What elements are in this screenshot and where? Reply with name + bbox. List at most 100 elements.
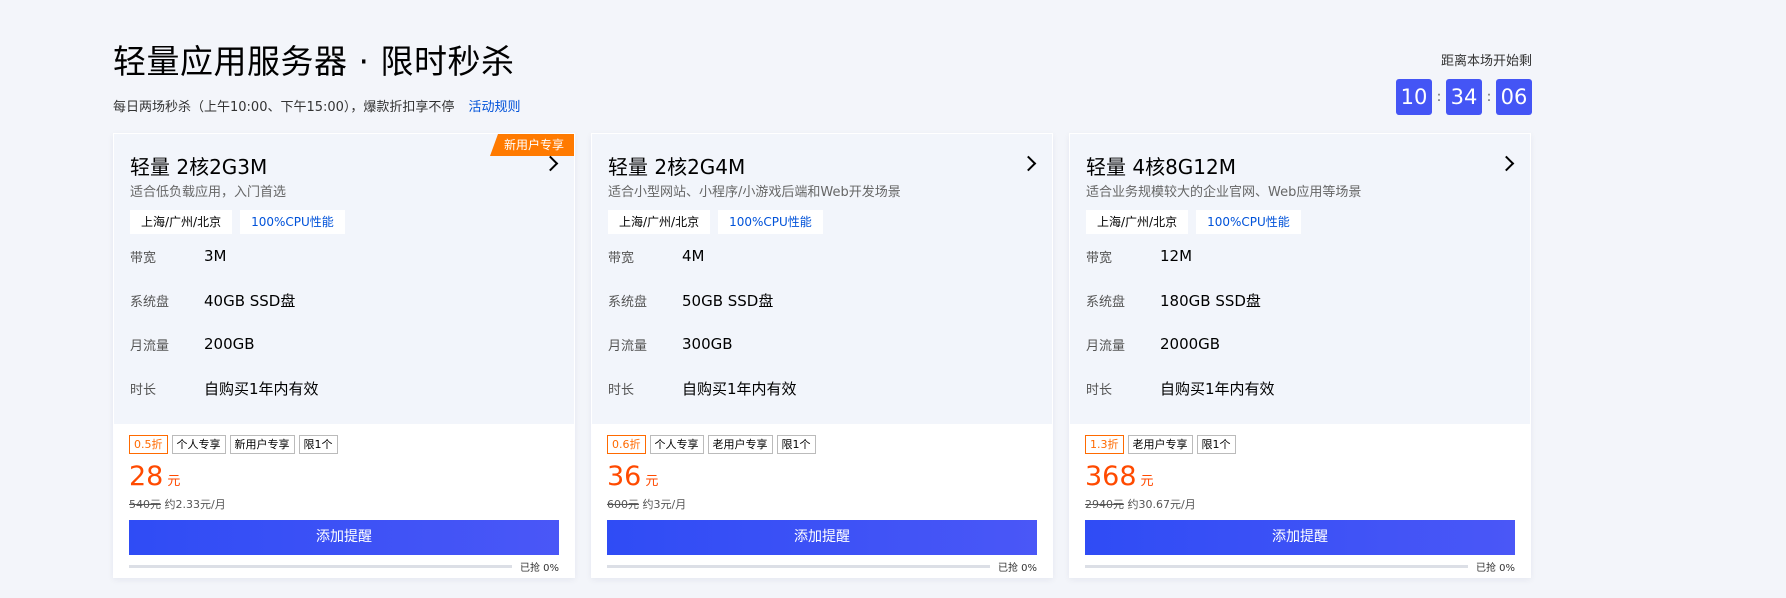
product-card: 新用户专享 轻量 2核2G3M 适合低负载应用，入门首选 上海/广州/北京 10… [113, 133, 575, 578]
countdown: 距离本场开始剩 10 : 34 : 06 [1396, 50, 1532, 115]
spec-row-bandwidth: 带宽 3M [130, 234, 558, 278]
countdown-timer: 10 : 34 : 06 [1396, 79, 1532, 115]
price: 36 [607, 461, 642, 492]
price: 368 [1085, 461, 1137, 492]
spec-row-disk: 系统盘 50GB SSD盘 [608, 278, 1036, 322]
promo-tag: 个人专享 [171, 435, 226, 454]
price-unit: 元 [167, 474, 181, 489]
promo-tag: 限1个 [298, 435, 338, 454]
product-card: 轻量 2核2G4M 适合小型网站、小程序/小游戏后端和Web开发场景 上海/广州… [591, 133, 1053, 578]
progress-bar [1085, 565, 1468, 568]
spec-row-duration: 时长 自购买1年内有效 [130, 366, 558, 410]
card-spec-panel: 轻量 2核2G4M 适合小型网站、小程序/小游戏后端和Web开发场景 上海/广州… [591, 133, 1053, 425]
countdown-separator: : [1486, 89, 1492, 105]
discount-tag: 0.6折 [607, 435, 646, 454]
spec-value: 40GB SSD盘 [204, 291, 296, 310]
promo-tag: 新用户专享 [229, 435, 295, 454]
spec-row-duration: 时长 自购买1年内有效 [608, 366, 1036, 410]
progress-text: 已抢 0% [997, 563, 1037, 574]
spec-value: 50GB SSD盘 [682, 291, 774, 310]
region-tag: 上海/广州/北京 [608, 210, 711, 234]
card-tags: 上海/广州/北京 100%CPU性能 [608, 210, 1036, 234]
progress-row: 已抢 0% [129, 559, 559, 574]
promo-tag: 限1个 [776, 435, 816, 454]
spec-row-disk: 系统盘 40GB SSD盘 [130, 278, 558, 322]
card-price-panel: 0.5折 个人专享 新用户专享 限1个 28 元 540元 约2.33元/月 添… [113, 435, 575, 574]
spec-value: 12M [1160, 247, 1193, 265]
add-reminder-button[interactable]: 添加提醒 [1085, 520, 1515, 555]
spec-value: 自购买1年内有效 [1160, 379, 1275, 398]
price-row: 28 元 [129, 460, 559, 494]
countdown-separator: : [1436, 89, 1442, 105]
rules-link[interactable]: 活动规则 [468, 96, 520, 115]
card-description: 适合低负载应用，入门首选 [130, 185, 287, 200]
card-title[interactable]: 轻量 4核8G12M [1086, 134, 1514, 180]
original-price-row: 540元 约2.33元/月 [129, 496, 559, 512]
discount-tag: 1.3折 [1085, 435, 1124, 454]
card-price-panel: 1.3折 老用户专享 限1个 368 元 2940元 约30.67元/月 添加提… [1069, 435, 1531, 574]
cpu-tag: 100%CPU性能 [240, 210, 345, 234]
card-title[interactable]: 轻量 2核2G3M [130, 134, 558, 180]
monthly-price: 约2.33元/月 [164, 498, 226, 511]
progress-bar [129, 565, 512, 568]
card-tags: 上海/广州/北京 100%CPU性能 [1086, 210, 1514, 234]
card-description: 适合小型网站、小程序/小游戏后端和Web开发场景 [608, 185, 901, 200]
cpu-tag: 100%CPU性能 [718, 210, 823, 234]
spec-label: 时长 [1086, 382, 1113, 398]
spec-row-traffic: 月流量 2000GB [1086, 322, 1514, 366]
subtitle-text: 每日两场秒杀（上午10:00、下午15:00），爆款折扣享不停 [113, 100, 455, 115]
spec-value: 3M [204, 247, 227, 265]
price-unit: 元 [1140, 474, 1154, 489]
spec-value: 180GB SSD盘 [1160, 291, 1261, 310]
cpu-tag: 100%CPU性能 [1196, 210, 1301, 234]
spec-row-bandwidth: 带宽 12M [1086, 234, 1514, 278]
subtitle-row: 每日两场秒杀（上午10:00、下午15:00），爆款折扣享不停 活动规则 [113, 96, 520, 115]
progress-bar [607, 565, 990, 568]
spec-label: 系统盘 [608, 294, 648, 310]
spec-label: 系统盘 [1086, 294, 1126, 310]
progress-row: 已抢 0% [607, 559, 1037, 574]
progress-row: 已抢 0% [1085, 559, 1515, 574]
promo-tag: 老用户专享 [707, 435, 773, 454]
card-description: 适合业务规模较大的企业官网、Web应用等场景 [1086, 185, 1362, 200]
card-price-panel: 0.6折 个人专享 老用户专享 限1个 36 元 600元 约3元/月 添加提醒… [591, 435, 1053, 574]
add-reminder-button[interactable]: 添加提醒 [607, 520, 1037, 555]
spec-label: 系统盘 [130, 294, 170, 310]
progress-text: 已抢 0% [519, 563, 559, 574]
price-row: 36 元 [607, 460, 1037, 494]
card-tags: 上海/广州/北京 100%CPU性能 [130, 210, 558, 234]
region-tag: 上海/广州/北京 [1086, 210, 1189, 234]
original-price: 540元 [129, 498, 161, 511]
promo-tag: 老用户专享 [1127, 435, 1193, 454]
price-unit: 元 [645, 474, 659, 489]
page-header: 轻量应用服务器 · 限时秒杀 每日两场秒杀（上午10:00、下午15:00），爆… [113, 40, 520, 115]
promo-tags: 1.3折 老用户专享 限1个 [1085, 435, 1515, 454]
monthly-price: 约3元/月 [642, 498, 687, 511]
spec-value: 4M [682, 247, 705, 265]
discount-tag: 0.5折 [129, 435, 168, 454]
spec-row-disk: 系统盘 180GB SSD盘 [1086, 278, 1514, 322]
add-reminder-button[interactable]: 添加提醒 [129, 520, 559, 555]
product-card: 轻量 4核8G12M 适合业务规模较大的企业官网、Web应用等场景 上海/广州/… [1069, 133, 1531, 578]
countdown-seconds: 06 [1496, 79, 1532, 115]
spec-value: 2000GB [1160, 335, 1221, 353]
spec-label: 时长 [130, 382, 157, 398]
spec-label: 带宽 [130, 250, 157, 266]
monthly-price: 约30.67元/月 [1127, 498, 1196, 511]
original-price: 600元 [607, 498, 639, 511]
page-title: 轻量应用服务器 · 限时秒杀 [113, 42, 515, 81]
price: 28 [129, 461, 164, 492]
promo-tag: 限1个 [1196, 435, 1236, 454]
spec-value: 自购买1年内有效 [682, 379, 797, 398]
countdown-hours: 10 [1396, 79, 1432, 115]
spec-row-bandwidth: 带宽 4M [608, 234, 1036, 278]
original-price-row: 2940元 约30.67元/月 [1085, 496, 1515, 512]
spec-row-traffic: 月流量 200GB [130, 322, 558, 366]
card-title[interactable]: 轻量 2核2G4M [608, 134, 1036, 180]
price-row: 368 元 [1085, 460, 1515, 494]
spec-value: 自购买1年内有效 [204, 379, 319, 398]
spec-value: 200GB [204, 335, 255, 353]
promo-tags: 0.5折 个人专享 新用户专享 限1个 [129, 435, 559, 454]
spec-value: 300GB [682, 335, 733, 353]
card-spec-panel: 轻量 4核8G12M 适合业务规模较大的企业官网、Web应用等场景 上海/广州/… [1069, 133, 1531, 425]
